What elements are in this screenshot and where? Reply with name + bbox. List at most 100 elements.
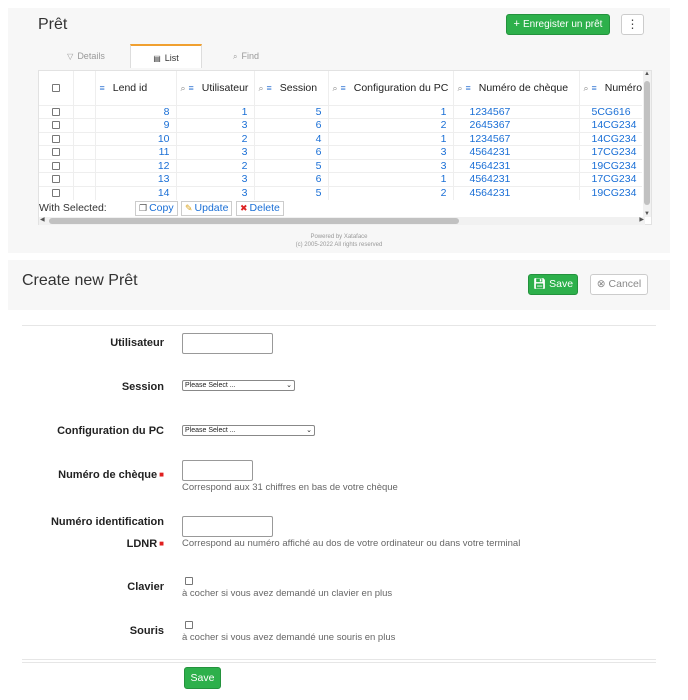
cell-lend-id[interactable]: 10 [94, 131, 176, 146]
cell-session[interactable]: 6 [253, 145, 328, 159]
souris-checkbox[interactable] [185, 621, 193, 629]
cell-numero[interactable]: 17CG234 [578, 145, 643, 159]
add-loan-button[interactable]: + Enregister un prêt [506, 14, 610, 35]
sort-icon[interactable]: ≡ [188, 83, 193, 93]
cell-configuration-pc[interactable]: 1 [327, 131, 453, 146]
tab-details[interactable]: ▽ Details [50, 44, 122, 68]
clavier-checkbox[interactable] [185, 577, 193, 585]
numero-cheque-input[interactable] [182, 460, 253, 481]
cell-numero-cheque[interactable]: 2645367 [452, 118, 579, 132]
search-icon[interactable]: ⌕ [584, 83, 589, 93]
cell-numero[interactable]: 19CG234 [578, 185, 643, 200]
cell-session[interactable]: 5 [253, 104, 328, 119]
scroll-thumb[interactable] [49, 218, 459, 224]
cell-numero[interactable]: 14CG234 [578, 131, 643, 146]
utilisateur-input[interactable] [182, 333, 273, 354]
scroll-up-icon[interactable]: ▲ [644, 71, 650, 77]
table-row[interactable]: 10 2 4 1 1234567 14CG234 [39, 131, 643, 146]
cell-lend-id[interactable]: 13 [94, 172, 176, 186]
cell-utilisateur[interactable]: 2 [175, 131, 254, 146]
cell-numero-cheque[interactable]: 4564231 [452, 145, 579, 159]
cell-session[interactable]: 5 [253, 185, 328, 200]
config-pc-select[interactable]: Please Select ... ⌄ [182, 425, 315, 436]
cell-configuration-pc[interactable]: 2 [327, 185, 453, 200]
delete-button[interactable]: ✖ Delete [236, 201, 284, 216]
save-button-top[interactable]: 💾︎ Save [528, 274, 578, 295]
cell-utilisateur[interactable]: 1 [175, 104, 254, 119]
row-checkbox[interactable] [51, 134, 60, 143]
cell-session[interactable]: 4 [253, 131, 328, 146]
cell-configuration-pc[interactable]: 1 [327, 104, 453, 119]
cell-numero-cheque[interactable]: 1234567 [452, 131, 579, 146]
row-checkbox[interactable] [51, 175, 60, 184]
table-row[interactable]: 13 3 6 1 4564231 17CG234 [39, 172, 643, 186]
cell-lend-id[interactable]: 14 [94, 185, 176, 200]
cell-numero-cheque[interactable]: 1234567 [452, 104, 579, 119]
search-icon[interactable]: ⌕ [458, 83, 463, 93]
select-all-checkbox[interactable] [51, 83, 60, 92]
cell-lend-id[interactable]: 8 [94, 104, 176, 119]
chevron-down-icon: ⌄ [286, 382, 292, 389]
cell-numero[interactable]: 17CG234 [578, 172, 643, 186]
cell-session[interactable]: 6 [253, 118, 328, 132]
table-row[interactable]: 11 3 6 3 4564231 17CG234 [39, 145, 643, 159]
row-checkbox[interactable] [51, 107, 60, 116]
cell-session[interactable]: 5 [253, 158, 328, 173]
update-button[interactable]: ✎ Update [181, 201, 233, 216]
sort-icon[interactable]: ≡ [100, 83, 105, 93]
search-icon[interactable]: ⌕ [181, 83, 186, 93]
tab-list[interactable]: ▤ List [130, 44, 202, 68]
tab-find[interactable]: ⌕ Find [210, 44, 282, 68]
sort-icon[interactable]: ≡ [340, 83, 345, 93]
search-icon[interactable]: ⌕ [333, 83, 338, 93]
more-options-button[interactable]: ⋮ [621, 14, 644, 35]
sort-icon[interactable]: ≡ [266, 83, 271, 93]
cell-configuration-pc[interactable]: 2 [327, 118, 453, 132]
sort-icon[interactable]: ≡ [465, 83, 470, 93]
table-row[interactable]: 9 3 6 2 2645367 14CG234 [39, 118, 643, 132]
cell-numero[interactable]: 5CG616 [578, 104, 643, 119]
scroll-right-icon[interactable]: ▶ [639, 216, 644, 223]
table-row[interactable]: 14 3 5 2 4564231 19CG234 [39, 185, 643, 200]
column-header-numero[interactable]: ⌕ ≡ Numéro [578, 71, 643, 105]
row-checkbox[interactable] [51, 189, 60, 198]
cell-numero[interactable]: 14CG234 [578, 118, 643, 132]
column-header-utilisateur[interactable]: ⌕ ≡ Utilisateur [175, 71, 254, 105]
save-button-bottom[interactable]: Save [184, 667, 221, 689]
column-header-lend-id[interactable]: ≡ Lend id [94, 71, 176, 105]
column-header-numero-cheque[interactable]: ⌕ ≡ Numéro de chèque [452, 71, 579, 105]
cell-configuration-pc[interactable]: 3 [327, 158, 453, 173]
cell-numero-cheque[interactable]: 4564231 [452, 172, 579, 186]
row-checkbox[interactable] [51, 161, 60, 170]
cell-utilisateur[interactable]: 3 [175, 145, 254, 159]
cell-numero-cheque[interactable]: 4564231 [452, 185, 579, 200]
copy-button[interactable]: ❐ Copy [135, 201, 178, 216]
cell-configuration-pc[interactable]: 3 [327, 145, 453, 159]
cell-numero[interactable]: 19CG234 [578, 158, 643, 173]
session-select[interactable]: Please Select ... ⌄ [182, 380, 295, 391]
cell-utilisateur[interactable]: 3 [175, 172, 254, 186]
row-checkbox[interactable] [51, 121, 60, 130]
sort-icon[interactable]: ≡ [591, 83, 596, 93]
cell-configuration-pc[interactable]: 1 [327, 172, 453, 186]
cell-utilisateur[interactable]: 2 [175, 158, 254, 173]
table-row[interactable]: 12 2 5 3 4564231 19CG234 [39, 158, 643, 173]
cell-utilisateur[interactable]: 3 [175, 118, 254, 132]
scroll-thumb[interactable] [644, 81, 650, 205]
cancel-button[interactable]: ⊗ Cancel [590, 274, 648, 295]
cell-lend-id[interactable]: 9 [94, 118, 176, 132]
table-row[interactable]: 8 1 5 1 1234567 5CG616 [39, 104, 643, 119]
search-icon[interactable]: ⌕ [259, 83, 264, 93]
horizontal-scrollbar[interactable]: ◀ ▶ [39, 217, 645, 225]
column-header-session[interactable]: ⌕ ≡ Session [253, 71, 328, 105]
cell-numero-cheque[interactable]: 4564231 [452, 158, 579, 173]
numero-ldnr-input[interactable] [182, 516, 273, 537]
column-header-configuration-pc[interactable]: ⌕ ≡ Configuration du PC [327, 71, 453, 105]
cell-lend-id[interactable]: 12 [94, 158, 176, 173]
cell-session[interactable]: 6 [253, 172, 328, 186]
scroll-left-icon[interactable]: ◀ [40, 216, 45, 223]
cell-utilisateur[interactable]: 3 [175, 185, 254, 200]
row-checkbox[interactable] [51, 148, 60, 157]
cell-lend-id[interactable]: 11 [94, 145, 176, 159]
vertical-scrollbar[interactable]: ▲ ▼ [643, 71, 651, 217]
